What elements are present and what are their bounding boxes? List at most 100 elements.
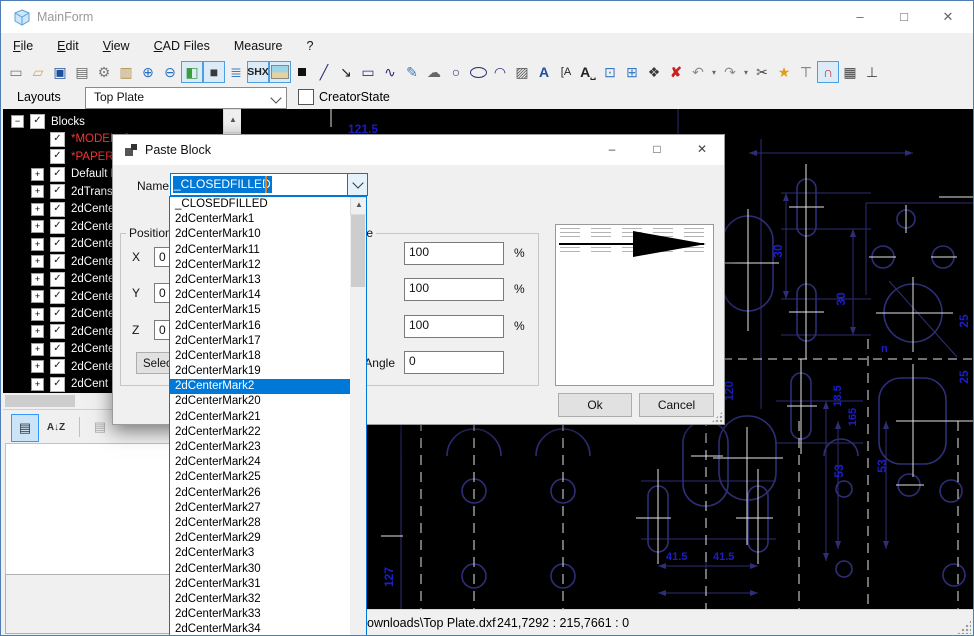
alphabetical-sort-icon[interactable]: A↓Z: [43, 414, 69, 440]
point-style-icon[interactable]: [291, 61, 313, 83]
redo-icon[interactable]: ↷: [719, 61, 741, 83]
expand-icon[interactable]: +: [31, 185, 44, 198]
list-item[interactable]: 2dCenterMark26: [170, 486, 366, 501]
checkbox-checked-icon[interactable]: ✓: [50, 219, 65, 234]
collapse-icon[interactable]: −: [11, 115, 24, 128]
list-scrollbar[interactable]: ▲: [350, 197, 366, 636]
cancel-button[interactable]: Cancel: [639, 393, 714, 417]
open-file-icon[interactable]: ▱: [27, 61, 49, 83]
undo-icon[interactable]: ↶: [687, 61, 709, 83]
zoom-out-icon[interactable]: ⊖: [159, 61, 181, 83]
text-icon[interactable]: A: [533, 61, 555, 83]
leader-icon[interactable]: ↘: [335, 61, 357, 83]
background-toggle-icon[interactable]: ■: [203, 61, 225, 83]
menu-measure[interactable]: Measure: [222, 33, 295, 59]
undo-menu-icon[interactable]: ▾: [709, 61, 719, 83]
checkbox-checked-icon[interactable]: ✓: [50, 184, 65, 199]
checkbox-checked-icon[interactable]: ✓: [50, 149, 65, 164]
checkbox-checked-icon[interactable]: ✓: [50, 377, 65, 392]
shx-fonts-icon[interactable]: SHX: [247, 61, 269, 83]
checkbox-checked-icon[interactable]: ✓: [30, 114, 45, 129]
dialog-maximize-icon[interactable]: □: [638, 136, 676, 163]
fit-view-icon[interactable]: ◧: [181, 61, 203, 83]
menu-file[interactable]: File: [1, 33, 45, 59]
resize-grip[interactable]: [957, 620, 971, 634]
revision-cloud-icon[interactable]: ☁: [423, 61, 445, 83]
expand-icon[interactable]: +: [31, 203, 44, 216]
list-item[interactable]: 2dCenterMark14: [170, 288, 366, 303]
expand-icon[interactable]: +: [31, 308, 44, 321]
list-item[interactable]: 2dCenterMark1: [170, 212, 366, 227]
scrollbar-thumb[interactable]: [5, 395, 75, 407]
list-item[interactable]: 2dCenterMark12: [170, 258, 366, 273]
list-item[interactable]: 2dCenterMark18: [170, 349, 366, 364]
expand-icon[interactable]: +: [31, 290, 44, 303]
checkbox-checked-icon[interactable]: ✓: [50, 359, 65, 374]
scale-x-field[interactable]: 100: [404, 242, 504, 265]
polyline-icon[interactable]: ∿: [379, 61, 401, 83]
maximize-icon[interactable]: □: [883, 3, 925, 31]
grid-icon[interactable]: ▦: [839, 61, 861, 83]
ok-button[interactable]: Ok: [558, 393, 632, 417]
list-item[interactable]: 2dCenterMark19: [170, 364, 366, 379]
checkbox-checked-icon[interactable]: ✓: [50, 307, 65, 322]
list-item[interactable]: 2dCenterMark16: [170, 319, 366, 334]
print-icon[interactable]: ▤: [71, 61, 93, 83]
list-item[interactable]: 2dCenterMark17: [170, 334, 366, 349]
list-item[interactable]: 2dCenterMark3: [170, 546, 366, 561]
new-file-icon[interactable]: ▭: [5, 61, 27, 83]
checkbox-checked-icon[interactable]: ✓: [50, 272, 65, 287]
save-icon[interactable]: ▣: [49, 61, 71, 83]
checkbox-checked-icon[interactable]: ✓: [50, 132, 65, 147]
checkbox-checked-icon[interactable]: ✓: [50, 289, 65, 304]
plot-icon[interactable]: ▥: [115, 61, 137, 83]
list-item[interactable]: 2dCenterMark28: [170, 516, 366, 531]
checkbox-checked-icon[interactable]: ✓: [50, 202, 65, 217]
property-pages-icon[interactable]: ▤: [87, 414, 113, 440]
spline-icon[interactable]: ✎: [401, 61, 423, 83]
creatorstate-checkbox[interactable]: [298, 89, 314, 105]
scrollbar-thumb[interactable]: [351, 215, 365, 287]
angle-field[interactable]: 0: [404, 351, 504, 374]
scroll-up-icon[interactable]: ▲: [350, 197, 367, 215]
checkbox-checked-icon[interactable]: ✓: [50, 324, 65, 339]
scale-y-field[interactable]: 100: [404, 278, 504, 301]
list-item[interactable]: 2dCenterMark22: [170, 425, 366, 440]
zoom-extents-icon[interactable]: ❖: [643, 61, 665, 83]
cut-icon[interactable]: ✂: [751, 61, 773, 83]
list-item[interactable]: _CLOSEDFILLED: [170, 197, 366, 212]
list-item[interactable]: 2dCenterMark29: [170, 531, 366, 546]
text-style-icon[interactable]: A˽: [577, 61, 599, 83]
list-item[interactable]: 2dCenterMark25: [170, 470, 366, 485]
layers-icon[interactable]: ≣: [225, 61, 247, 83]
checkbox-checked-icon[interactable]: ✓: [50, 342, 65, 357]
block-name-combo[interactable]: _CLOSEDFILLED: [170, 173, 368, 196]
dialog-close-icon[interactable]: ✕: [683, 136, 721, 163]
list-item[interactable]: 2dCenterMark31: [170, 577, 366, 592]
list-item[interactable]: 2dCenterMark33: [170, 607, 366, 622]
expand-icon[interactable]: +: [31, 220, 44, 233]
insert-block-icon[interactable]: ⊡: [599, 61, 621, 83]
erase-icon[interactable]: ✘: [665, 61, 687, 83]
circle-icon[interactable]: ○: [445, 61, 467, 83]
raster-image-icon[interactable]: [269, 61, 291, 83]
list-item[interactable]: 2dCenterMark24: [170, 455, 366, 470]
rectangle-icon[interactable]: ▭: [357, 61, 379, 83]
menu-help[interactable]: ?: [295, 33, 326, 59]
list-item[interactable]: 2dCenterMark32: [170, 592, 366, 607]
menu-cad-files[interactable]: CAD Files: [142, 33, 222, 59]
tree-item-blocks[interactable]: −✓Blocks: [3, 113, 241, 131]
dimension-style-icon[interactable]: ⊤: [795, 61, 817, 83]
scale-z-field[interactable]: 100: [404, 315, 504, 338]
list-item-selected[interactable]: 2dCenterMark2: [170, 379, 366, 394]
expand-icon[interactable]: +: [31, 168, 44, 181]
categorized-icon[interactable]: ▤: [11, 414, 39, 442]
snap-icon[interactable]: ∩: [817, 61, 839, 83]
list-item[interactable]: 2dCenterMark10: [170, 227, 366, 242]
list-item[interactable]: 2dCenterMark20: [170, 394, 366, 409]
close-icon[interactable]: ✕: [927, 3, 969, 31]
create-block-icon[interactable]: ⊞: [621, 61, 643, 83]
page-setup-icon[interactable]: ⚙: [93, 61, 115, 83]
hatch-icon[interactable]: ▨: [511, 61, 533, 83]
list-item[interactable]: 2dCenterMark13: [170, 273, 366, 288]
